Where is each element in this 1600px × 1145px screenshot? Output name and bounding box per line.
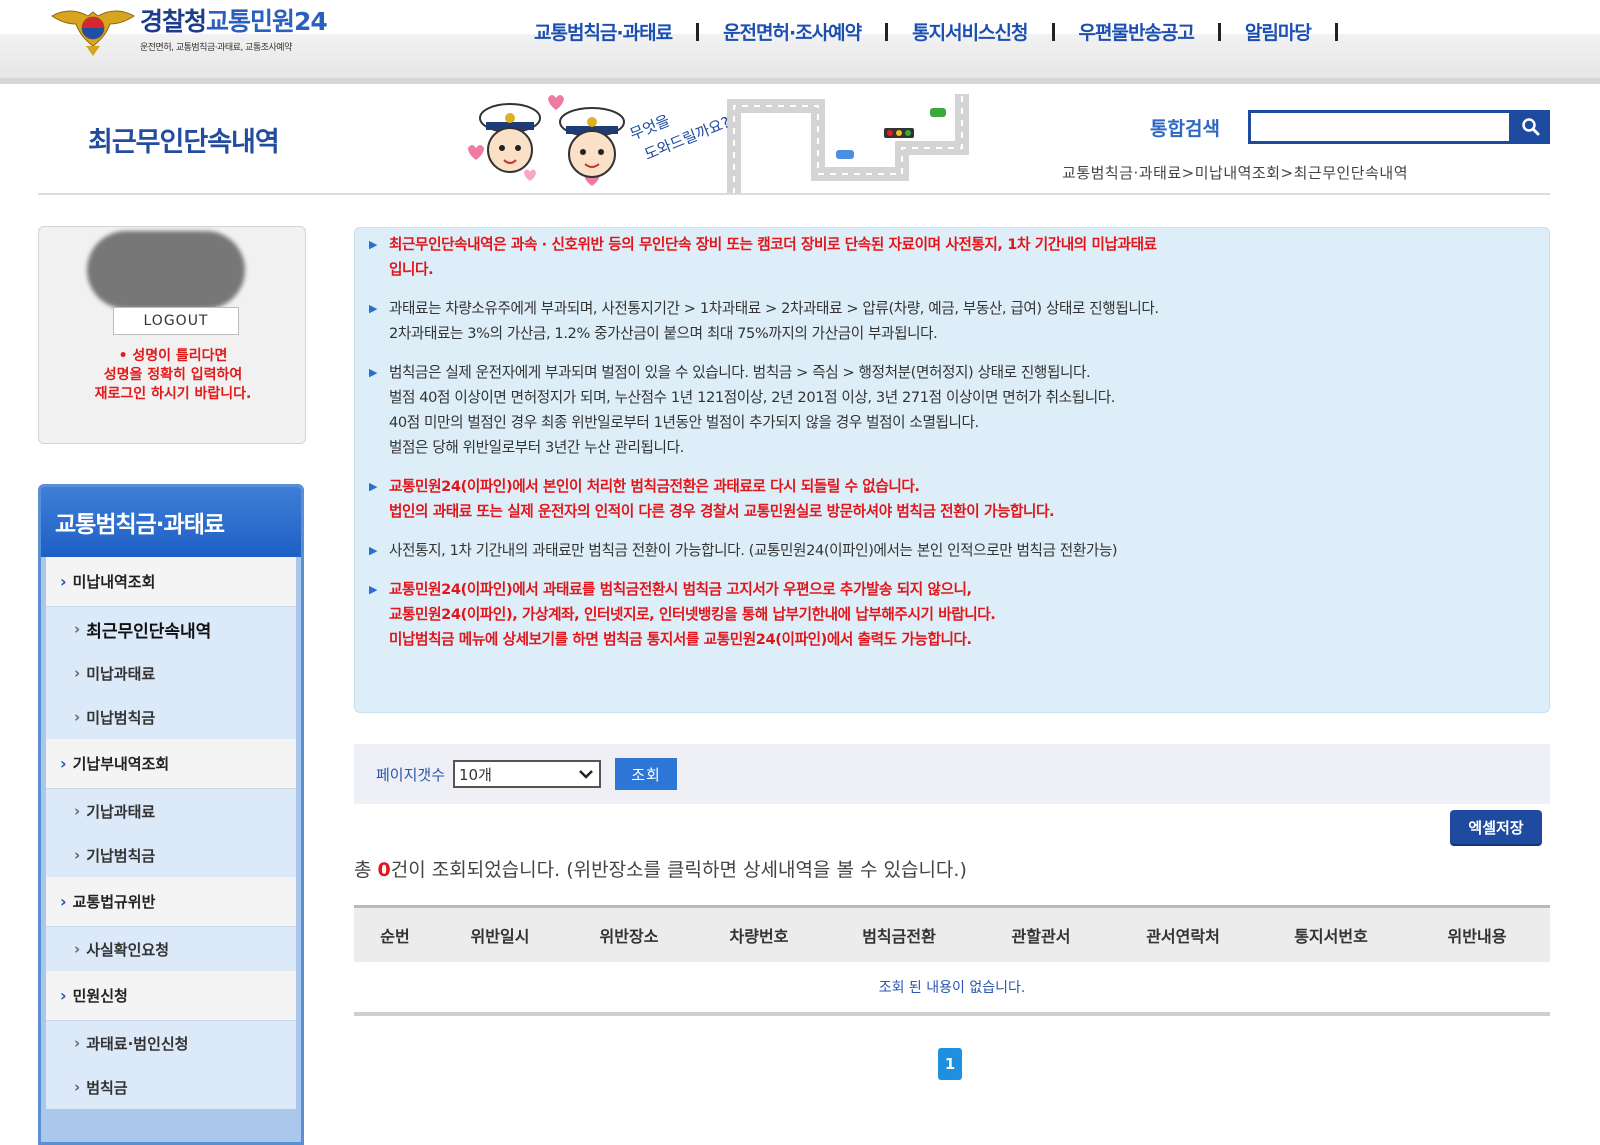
- mascot-banner: 무엇을 도와드릴까요?: [464, 88, 1004, 194]
- notice-line: 과태료는 차량소유주에게 부과되며, 사전통지기간 > 1차과태료 > 2차과태…: [389, 300, 1159, 317]
- excel-save-button[interactable]: 엑셀저장: [1450, 810, 1542, 844]
- notice-line: 최근무인단속내역은 과속 · 신호위반 등의 무인단속 장비 또는 캠코더 장비…: [389, 236, 1157, 253]
- nav-notice-service[interactable]: 통지서비스신청: [912, 18, 1028, 45]
- notice-line: 2차과태료는 3%의 가산금, 1.2% 중가산금이 붙으며 최대 75%까지의…: [389, 325, 938, 342]
- col-plate: 차량번호: [729, 927, 789, 946]
- col-seq: 순번: [380, 927, 410, 946]
- nav-license-reservation[interactable]: 운전면허·조사예약: [723, 18, 862, 45]
- subheader-divider: [38, 193, 1550, 195]
- site-logo[interactable]: 경찰청교통민원24 운전면허, 교통범칙금·과태료, 교통조사예약: [50, 2, 328, 58]
- notice-line: 입니다.: [389, 261, 434, 278]
- notice-line: 범칙금은 실제 운전자에게 부과되며 벌점이 있을 수 있습니다. 범칙금 > …: [389, 364, 1091, 381]
- side-item-unpaid-penalties[interactable]: 미납범칙금: [46, 695, 296, 739]
- notice-line: 미납범칙금 메뉴에 상세보기를 하면 범칙금 통지서를 교통민원24(이파인)에…: [389, 631, 972, 648]
- nav-announcements[interactable]: 알림마당: [1245, 18, 1312, 45]
- nav-separator: [1051, 22, 1055, 41]
- search-label: 통합검색: [1150, 118, 1220, 140]
- notice-line: 교통민원24(이파인)에서 본인이 처리한 범칙금전환은 과태료로 다시 되돌릴…: [389, 478, 920, 495]
- login-notice-line: 성명을 정확히 입력하여: [103, 367, 243, 383]
- logout-button[interactable]: LOGOUT: [113, 307, 239, 335]
- notice-line: 교통민원24(이파인), 가상계좌, 인터넷지로, 인터넷뱅킹을 통해 납부기한…: [389, 606, 996, 623]
- logo-subtitle: 운전면허, 교통범칙금·과태료, 교통조사예약: [140, 43, 292, 53]
- mascot-illustration: 무엇을 도와드릴까요?: [468, 94, 969, 194]
- side-item-paid-fines[interactable]: 기납과태료: [46, 789, 296, 833]
- side-item-paid-inquiry[interactable]: 기납부내역조회: [46, 739, 296, 789]
- notice-line: 40점 미만의 벌점인 경우 최종 위반일로부터 1년동안 벌점이 추가되지 않…: [389, 414, 979, 431]
- global-nav: 교통범칙금·과태료 운전면허·조사예약 통지서비스신청 우편물반송공고 알림마당: [534, 18, 1362, 45]
- results-table: 순번 위반일시 위반장소 차량번호 범칙금전환 관할관서 관서연락처 통지서번호…: [354, 905, 1550, 1016]
- result-number: 0: [377, 859, 391, 881]
- notice-item: 과태료는 차량소유주에게 부과되며, 사전통지기간 > 1차과태료 > 2차과태…: [369, 296, 1529, 346]
- page-title: 최근무인단속내역: [88, 127, 280, 158]
- nav-separator: [1334, 22, 1338, 41]
- side-item-fact-check[interactable]: 사실확인요청: [46, 927, 296, 971]
- col-content: 위반내용: [1447, 927, 1507, 946]
- col-convert: 범칙금전환: [862, 927, 936, 946]
- notice-item: 최근무인단속내역은 과속 · 신호위반 등의 무인단속 장비 또는 캠코더 장비…: [369, 232, 1529, 282]
- nav-separator: [696, 22, 700, 41]
- notice-item: 교통민원24(이파인)에서 과태료를 범칙금전환시 범칙금 고지서가 우편으로 …: [369, 577, 1529, 652]
- result-count: 총 0건이 조회되었습니다. (위반장소를 클릭하면 상세내역을 볼 수 있습니…: [354, 855, 967, 882]
- search-button[interactable]: [1512, 110, 1550, 144]
- col-location: 위반장소: [599, 927, 659, 946]
- logo-title-agency: 경찰청: [140, 7, 207, 36]
- nav-separator: [1217, 22, 1221, 41]
- nav-separator: [885, 22, 889, 41]
- page-number-button[interactable]: 1: [938, 1048, 962, 1080]
- side-item-unpaid-inquiry[interactable]: 미납내역조회: [46, 557, 296, 607]
- nav-fines[interactable]: 교통범칙금·과태료: [534, 18, 673, 45]
- side-menu-title: 교통범칙금·과태료: [41, 487, 301, 557]
- side-item-violations[interactable]: 교통법규위반: [46, 877, 296, 927]
- login-notice-line: • 성명이 틀리다면: [118, 348, 228, 364]
- side-menu-list: 미납내역조회 최근무인단속내역 미납과태료 미납범칙금 기납부내역조회 기납과태…: [46, 557, 296, 1109]
- side-menu: 교통범칙금·과태료 미납내역조회 최근무인단속내역 미납과태료 미납범칙금 기납…: [38, 484, 304, 1145]
- col-contact: 관서연락처: [1146, 927, 1220, 946]
- side-item-petitions[interactable]: 민원신청: [46, 971, 296, 1021]
- side-item-recent-enforcement[interactable]: 최근무인단속내역: [46, 607, 296, 651]
- page-size-label: 페이지갯수: [376, 765, 446, 784]
- nav-returned-mail[interactable]: 우편물반송공고: [1079, 18, 1195, 45]
- logo-title: 경찰청교통민원24: [140, 2, 328, 38]
- notice-line: 교통민원24(이파인)에서 과태료를 범칙금전환시 범칙금 고지서가 우편으로 …: [389, 581, 972, 598]
- login-box: LOGOUT • 성명이 틀리다면 성명을 정확히 입력하여 재로그인 하시기 …: [38, 226, 306, 444]
- logo-title-service: 교통민원24: [206, 7, 328, 36]
- breadcrumb: 교통범칙금·과태료>미납내역조회>최근무인단속내역: [1062, 164, 1409, 182]
- notice-item: 사전통지, 1차 기간내의 과태료만 범칙금 전환이 가능합니다. (교통민원2…: [369, 538, 1529, 563]
- notice-item: 범칙금은 실제 운전자에게 부과되며 벌점이 있을 수 있습니다. 범칙금 > …: [369, 360, 1529, 460]
- page-size-select[interactable]: 10개: [453, 760, 602, 788]
- notice-line: 벌점은 당해 위반일로부터 3년간 누산 관리됩니다.: [389, 439, 684, 456]
- login-notice: • 성명이 틀리다면 성명을 정확히 입력하여 재로그인 하시기 바랍니다.: [49, 347, 297, 404]
- col-notice-no: 통지서번호: [1294, 927, 1368, 946]
- police-emblem-icon: [50, 2, 136, 58]
- table-empty-row: 조회 된 내용이 없습니다.: [878, 980, 1026, 996]
- table-header: 순번 위반일시 위반장소 차량번호 범칙금전환 관할관서 관서연락처 통지서번호…: [354, 908, 1550, 962]
- col-date: 위반일시: [470, 927, 530, 946]
- col-office: 관할관서: [1011, 927, 1071, 946]
- notice-item: 교통민원24(이파인)에서 본인이 처리한 범칙금전환은 과태료로 다시 되돌릴…: [369, 474, 1529, 524]
- header-divider: [0, 78, 1600, 84]
- chevron-down-icon: [579, 770, 593, 779]
- page-size-value: 10개: [459, 765, 492, 784]
- notice-line: 법인의 과태료 또는 실제 운전자의 인적이 다른 경우 경찰서 교통민원실로 …: [389, 503, 1055, 520]
- side-item-penalty[interactable]: 범칙금: [46, 1065, 296, 1109]
- notice-line: 벌점 40점 이상이면 면허정지가 되며, 누산점수 1년 121점이상, 2년…: [389, 389, 1115, 406]
- top-header: 경찰청교통민원24 운전면허, 교통범칙금·과태료, 교통조사예약 교통범칙금·…: [0, 0, 1600, 84]
- search-icon: [1522, 118, 1540, 136]
- side-item-fine-request[interactable]: 과태료·범인신청: [46, 1021, 296, 1065]
- search-input[interactable]: [1248, 110, 1512, 144]
- query-button[interactable]: 조회: [615, 758, 678, 790]
- table-bottom-border: [354, 1012, 1550, 1016]
- result-suffix: 건이 조회되었습니다. (위반장소를 클릭하면 상세내역을 볼 수 있습니다.): [390, 859, 967, 881]
- side-item-unpaid-fines[interactable]: 미납과태료: [46, 651, 296, 695]
- filter-bar: 페이지갯수 10개 조회: [354, 744, 1550, 804]
- notice-line: 사전통지, 1차 기간내의 과태료만 범칙금 전환이 가능합니다. (교통민원2…: [389, 542, 1118, 559]
- blurred-user-name: [87, 231, 245, 309]
- side-item-paid-penalties[interactable]: 기납범칙금: [46, 833, 296, 877]
- result-prefix: 총: [354, 859, 378, 881]
- login-notice-line: 재로그인 하시기 바랍니다.: [94, 386, 252, 402]
- notice-box: 최근무인단속내역은 과속 · 신호위반 등의 무인단속 장비 또는 캠코더 장비…: [354, 227, 1550, 713]
